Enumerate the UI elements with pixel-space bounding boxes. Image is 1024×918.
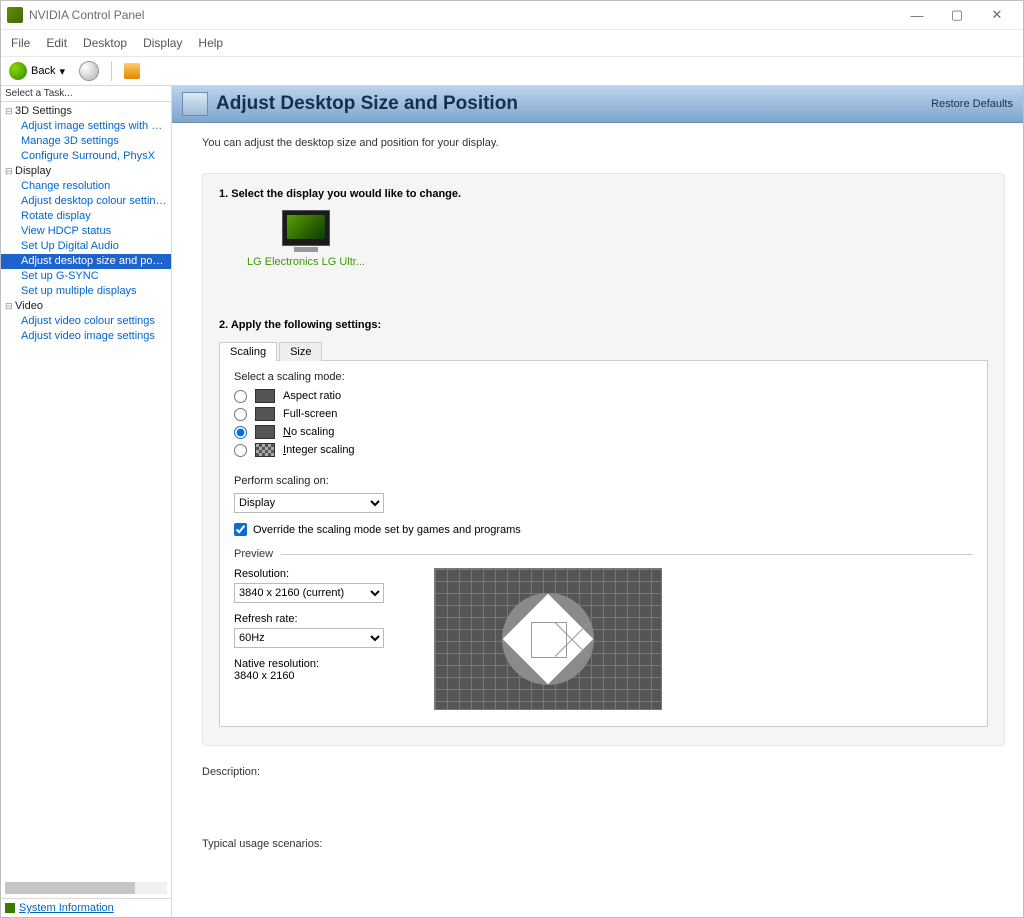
tree-gsync[interactable]: Set up G-SYNC [1, 269, 171, 284]
tree-cat-display[interactable]: Display [1, 164, 171, 179]
tree-change-resolution[interactable]: Change resolution [1, 179, 171, 194]
tree-manage-3d[interactable]: Manage 3D settings [1, 134, 171, 149]
aspect-icon [255, 389, 275, 403]
back-icon [9, 62, 27, 80]
menu-display[interactable]: Display [137, 34, 188, 52]
usage-label: Typical usage scenarios: [202, 838, 1005, 850]
settings-panel: 1. Select the display you would like to … [202, 173, 1005, 746]
perform-scaling-select[interactable]: Display [234, 493, 384, 513]
tree-cat-video[interactable]: Video [1, 299, 171, 314]
select-mode-label: Select a scaling mode: [234, 371, 973, 383]
sidebar-header: Select a Task... [1, 86, 171, 102]
step2-label: 2. Apply the following settings: [219, 319, 988, 331]
radio-no-scaling[interactable]: No scaling [234, 425, 973, 439]
forward-button[interactable] [75, 60, 103, 82]
titlebar: NVIDIA Control Panel — ▢ ✕ [1, 1, 1023, 30]
sysinfo-icon [5, 903, 15, 913]
system-information-link[interactable]: System Information [5, 902, 167, 914]
monitor-icon [282, 210, 330, 246]
resolution-label: Resolution: [234, 568, 394, 580]
tree-cat-3d[interactable]: 3D Settings [1, 104, 171, 119]
tree-adjust-image-settings[interactable]: Adjust image settings with preview [1, 119, 171, 134]
home-button[interactable] [120, 60, 144, 82]
integer-icon [255, 443, 275, 457]
close-button[interactable]: ✕ [977, 3, 1017, 27]
tree-adjust-colour[interactable]: Adjust desktop colour settings [1, 194, 171, 209]
refresh-label: Refresh rate: [234, 613, 394, 625]
tree-rotate-display[interactable]: Rotate display [1, 209, 171, 224]
radio-integer-scaling[interactable]: Integer scaling [234, 443, 973, 457]
sidebar-scrollbar[interactable] [5, 882, 167, 894]
minimize-button[interactable]: — [897, 3, 937, 27]
maximize-button[interactable]: ▢ [937, 3, 977, 27]
tree-configure-surround[interactable]: Configure Surround, PhysX [1, 149, 171, 164]
radio-aspect-ratio[interactable]: Aspect ratio [234, 389, 973, 403]
menu-edit[interactable]: Edit [40, 34, 73, 52]
menu-desktop[interactable]: Desktop [77, 34, 133, 52]
page-title: Adjust Desktop Size and Position [216, 93, 931, 115]
tree-adjust-desktop-size[interactable]: Adjust desktop size and position [1, 254, 171, 269]
tree-video-image[interactable]: Adjust video image settings [1, 329, 171, 344]
menu-help[interactable]: Help [192, 34, 229, 52]
home-icon [124, 63, 140, 79]
toolbar: Back ▾ [1, 57, 1023, 86]
preview-label: Preview [234, 548, 273, 560]
perform-scaling-label: Perform scaling on: [234, 475, 973, 487]
description-label: Description: [202, 766, 1005, 778]
override-checkbox[interactable]: Override the scaling mode set by games a… [234, 523, 973, 536]
display-selector-lg[interactable]: LG Electronics LG Ultr... [247, 210, 365, 269]
tab-size[interactable]: Size [279, 342, 322, 361]
window-title: NVIDIA Control Panel [29, 8, 144, 22]
step1-label: 1. Select the display you would like to … [219, 188, 988, 200]
content-area: Adjust Desktop Size and Position Restore… [172, 86, 1023, 917]
menu-file[interactable]: File [5, 34, 36, 52]
native-resolution-value: 3840 x 2160 [234, 670, 394, 682]
radio-full-screen[interactable]: Full-screen [234, 407, 973, 421]
task-tree: 3D Settings Adjust image settings with p… [1, 102, 171, 882]
forward-icon [79, 61, 99, 81]
monitor-label: LG Electronics LG Ultr... [247, 256, 365, 269]
settings-tabs: Scaling Size [219, 341, 988, 361]
sidebar: Select a Task... 3D Settings Adjust imag… [1, 86, 172, 917]
intro-text: You can adjust the desktop size and posi… [202, 131, 1005, 173]
nvidia-logo-icon [7, 7, 23, 23]
tree-multiple-displays[interactable]: Set up multiple displays [1, 284, 171, 299]
refresh-select[interactable]: 60Hz [234, 628, 384, 648]
fullscreen-icon [255, 407, 275, 421]
tree-digital-audio[interactable]: Set Up Digital Audio [1, 239, 171, 254]
page-header: Adjust Desktop Size and Position Restore… [172, 86, 1023, 123]
nvidia-control-panel-window: NVIDIA Control Panel — ▢ ✕ File Edit Des… [0, 0, 1024, 918]
back-dropdown-icon[interactable]: ▾ [59, 65, 65, 78]
noscaling-icon [255, 425, 275, 439]
native-resolution-label: Native resolution: [234, 658, 394, 670]
scaling-tab-content: Select a scaling mode: Aspect ratio Full… [219, 361, 988, 727]
tree-hdcp[interactable]: View HDCP status [1, 224, 171, 239]
back-button[interactable]: Back ▾ [5, 60, 69, 82]
tree-video-colour[interactable]: Adjust video colour settings [1, 314, 171, 329]
preview-graphic [434, 568, 662, 710]
tab-scaling[interactable]: Scaling [219, 342, 277, 361]
page-icon [182, 92, 208, 116]
restore-defaults-link[interactable]: Restore Defaults [931, 98, 1013, 110]
resolution-select[interactable]: 3840 x 2160 (current) [234, 583, 384, 603]
menubar: File Edit Desktop Display Help [1, 30, 1023, 57]
